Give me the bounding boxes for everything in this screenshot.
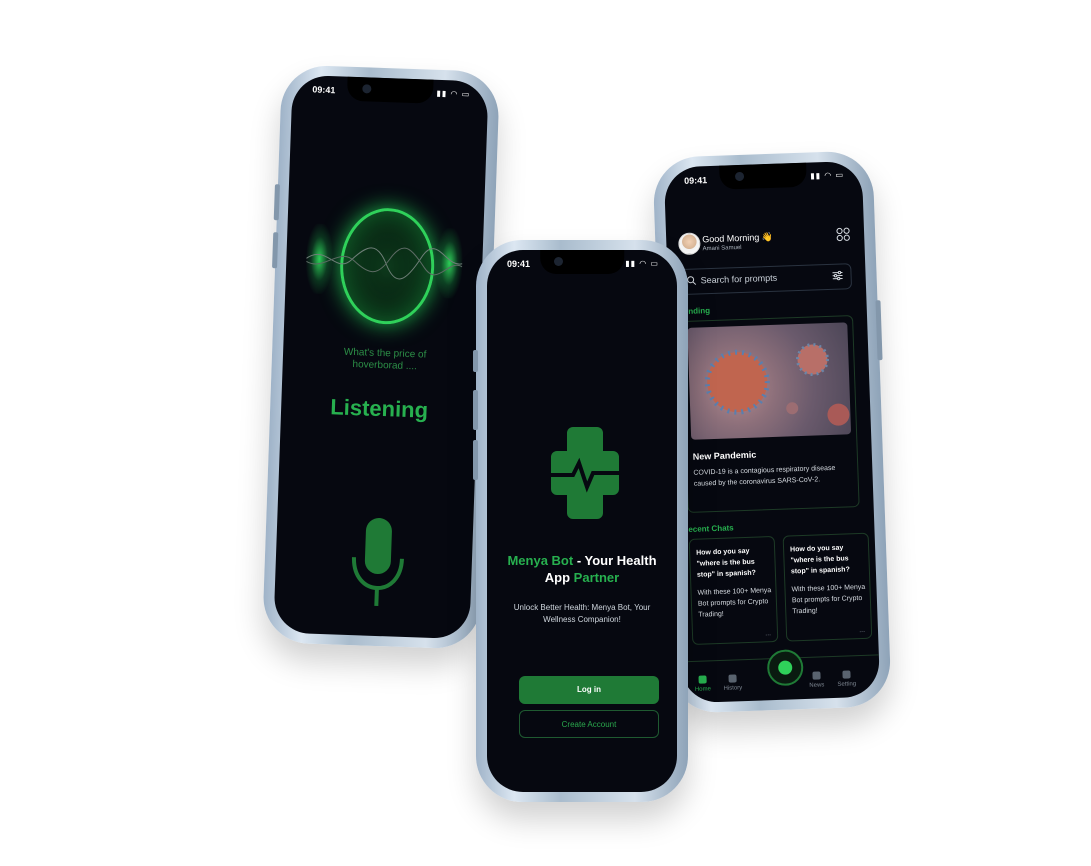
power-button [875, 300, 883, 361]
more-icon[interactable]: ... [765, 630, 771, 637]
listening-label: Listening [329, 394, 429, 423]
more-icon[interactable]: ... [859, 627, 865, 634]
trending-card[interactable]: New Pandemic COVID-19 is a contagious re… [681, 315, 860, 513]
news-icon [812, 671, 821, 680]
nav-setting[interactable]: Setting [831, 670, 862, 688]
status-time: 09:41 [684, 175, 708, 186]
home-icon [698, 675, 707, 684]
app-subtitle: Unlock Better Health: Menya Bot, Your We… [513, 603, 651, 624]
notch [540, 250, 624, 274]
create-account-button[interactable]: Create Account [519, 710, 659, 738]
setting-icon [842, 670, 851, 679]
user-name: Amani Samuel [702, 244, 742, 253]
greeting: Good Morning 👋 [702, 231, 774, 245]
virus-illustration [704, 343, 850, 426]
search-placeholder: Search for prompts [700, 272, 778, 286]
card-title: New Pandemic [692, 449, 757, 462]
chat-question: How do you say "where is the bus stop" i… [696, 547, 756, 579]
menu-grid-icon[interactable] [836, 227, 850, 242]
phone-home: 09:41 ▮▮ ◠ ▭ Good Morning 👋 Amani Samuel… [652, 150, 892, 714]
notch [346, 76, 434, 104]
status-time: 09:41 [312, 84, 336, 96]
nav-label: History [723, 685, 743, 692]
nav-news[interactable]: News [801, 671, 832, 689]
nav-home[interactable]: Home [687, 675, 718, 693]
volume-button [473, 390, 478, 430]
medical-cross-logo-icon [551, 427, 619, 519]
chat-card[interactable]: How do you say "where is the bus stop" i… [688, 535, 779, 645]
card-text: COVID-19 is a contagious respiratory dis… [693, 464, 836, 488]
voice-prompt: What's the price of hoverborad .... [343, 346, 427, 373]
camera [554, 257, 563, 266]
volume-button [273, 184, 280, 221]
chat-card[interactable]: How do you say "where is the bus stop" i… [782, 532, 873, 642]
filter-icon[interactable] [832, 270, 843, 281]
avatar[interactable] [678, 232, 701, 256]
brand-name: Menya Bot [507, 553, 574, 568]
nav-label: Home [694, 686, 712, 693]
volume-button [473, 440, 478, 480]
chat-question: How do you say "where is the bus stop" i… [790, 544, 850, 576]
recent-chats-heading: ecent Chats [688, 523, 734, 534]
mute-switch [473, 350, 478, 372]
screen-welcome: 09:41 ▮▮ ◠ ▭ Menya Bot - Your Health App… [487, 250, 677, 792]
chat-answer: With these 100+ Menya Bot prompts for Cr… [697, 587, 772, 619]
notch [719, 162, 808, 190]
nav-history[interactable]: History [717, 674, 748, 692]
login-button[interactable]: Log in [519, 676, 659, 704]
virus-image [687, 322, 852, 440]
bot-icon [777, 660, 793, 675]
status-icons: ▮▮ ◠ ▭ [436, 88, 471, 99]
status-icons: ▮▮ ◠ ▭ [625, 259, 659, 268]
screen-listening: 09:41 ▮▮ ◠ ▭ What's the price of hoverbo… [273, 74, 489, 640]
status-icons: ▮▮ ◠ ▭ [810, 170, 845, 181]
phone-welcome: 09:41 ▮▮ ◠ ▭ Menya Bot - Your Health App… [473, 240, 688, 802]
volume-button [272, 232, 279, 269]
nav-label: Setting [837, 681, 857, 688]
app-title: Menya Bot - Your Health App Partner [501, 552, 663, 586]
microphone-icon[interactable] [346, 513, 409, 615]
history-icon [728, 674, 737, 683]
sound-wave-icon [306, 247, 463, 280]
status-time: 09:41 [507, 259, 531, 269]
search-icon [687, 276, 697, 285]
title-end: Partner [573, 570, 620, 585]
search-input[interactable]: Search for prompts [679, 263, 853, 296]
chat-answer: With these 100+ Menya Bot prompts for Cr… [791, 583, 866, 616]
nav-label: News [809, 682, 825, 689]
screen-home: 09:41 ▮▮ ◠ ▭ Good Morning 👋 Amani Samuel… [663, 160, 881, 704]
phone-listening: 09:41 ▮▮ ◠ ▭ What's the price of hoverbo… [261, 64, 501, 650]
